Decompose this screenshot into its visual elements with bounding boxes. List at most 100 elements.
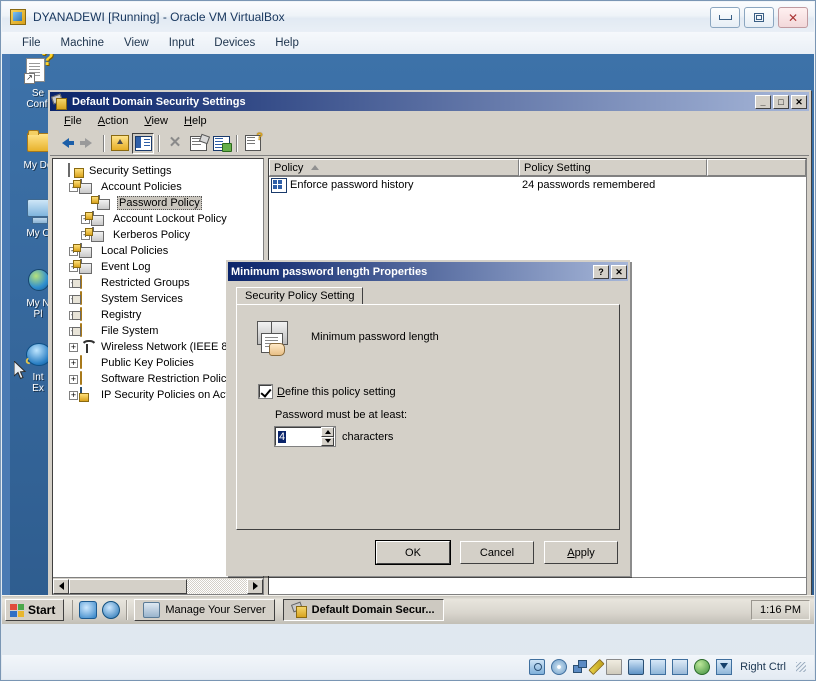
restore-button[interactable] <box>744 7 774 28</box>
cd-dvd-icon[interactable] <box>551 659 568 675</box>
tree-item-label: Security Settings <box>89 165 172 177</box>
menu-view[interactable]: View <box>114 35 159 51</box>
back-button[interactable] <box>54 133 76 154</box>
show-hide-tree-icon <box>134 135 152 151</box>
mmc-title-bar: Default Domain Security Settings _ □ ✕ <box>50 92 809 111</box>
delete-button[interactable]: ✕ <box>164 133 186 154</box>
windows-flag-icon <box>10 603 24 617</box>
cancel-button[interactable]: Cancel <box>460 541 534 564</box>
menu-file[interactable]: File <box>12 35 51 51</box>
minimize-button[interactable] <box>710 7 740 28</box>
mmc-menu-file[interactable]: File <box>56 113 90 129</box>
show-desktop-icon[interactable] <box>79 601 98 619</box>
system-tray-clock[interactable]: 1:16 PM <box>751 600 810 620</box>
expander-plus-icon[interactable]: + <box>69 358 78 368</box>
define-policy-checkbox-row[interactable]: Define this policy setting <box>258 384 396 399</box>
mmc-window-title: Default Domain Security Settings <box>72 95 246 108</box>
password-length-label: Password must be at least: <box>275 409 408 421</box>
taskbar-button-default-domain-security[interactable]: Default Domain Secur... <box>282 599 444 621</box>
column-header-extra[interactable] <box>707 159 806 176</box>
mouse-capture-icon[interactable] <box>716 659 733 675</box>
system-services-icon <box>80 291 96 306</box>
help-icon <box>245 132 263 151</box>
tree-horizontal-scrollbar[interactable] <box>53 577 263 594</box>
mmc-console-icon <box>290 601 307 618</box>
tree-item-security-settings[interactable]: Security Settings <box>57 163 263 179</box>
internet-explorer-icon[interactable] <box>102 601 121 619</box>
remote-display-icon[interactable] <box>650 659 667 675</box>
display-icon[interactable] <box>628 659 645 675</box>
expander-plus-icon[interactable]: + <box>69 342 78 352</box>
menu-help[interactable]: Help <box>265 35 309 51</box>
mmc-menu-help[interactable]: Help <box>176 113 215 129</box>
toolbar-separator-2 <box>158 134 160 152</box>
quick-launch-bar <box>72 600 121 620</box>
mmc-close-button[interactable]: ✕ <box>791 94 807 109</box>
scrollbar-track[interactable] <box>187 578 247 594</box>
menu-devices[interactable]: Devices <box>204 35 265 51</box>
sort-ascending-icon <box>311 165 320 170</box>
taskbar-button-manage-your-server[interactable]: Manage Your Server <box>134 599 275 621</box>
hard-disk-icon[interactable] <box>529 659 546 675</box>
tree-item-local-policies[interactable]: + Local Policies <box>57 243 263 259</box>
tree-item-label: Registry <box>101 309 142 321</box>
expander-plus-icon[interactable]: + <box>69 374 78 384</box>
properties-icon <box>189 135 207 151</box>
network-icon[interactable] <box>573 660 588 674</box>
properties-button[interactable] <box>187 133 209 154</box>
shared-folders-icon[interactable] <box>606 659 623 675</box>
restricted-groups-icon <box>80 275 96 290</box>
tree-item-account-policies[interactable]: - Account Policies <box>57 179 263 195</box>
toolbar-separator-3 <box>236 134 238 152</box>
stepper-down-button[interactable] <box>321 436 334 446</box>
menu-input[interactable]: Input <box>159 35 205 51</box>
tree-item-label: Account Lockout Policy <box>113 213 227 225</box>
forward-icon <box>79 138 92 148</box>
tree-item-kerberos-policy[interactable]: + Kerberos Policy <box>57 227 263 243</box>
host-key-label: Right Ctrl <box>740 661 786 673</box>
start-button[interactable]: Start <box>5 599 65 621</box>
show-hide-tree-button[interactable] <box>132 132 154 154</box>
scrollbar-thumb[interactable] <box>69 578 187 594</box>
virtualbox-status-bar: Right Ctrl <box>2 655 814 679</box>
registry-icon <box>80 307 96 322</box>
taskbar-button-label: Default Domain Secur... <box>311 604 435 616</box>
cell-policy: Enforce password history <box>290 179 414 191</box>
expander-plus-icon[interactable]: + <box>69 390 78 400</box>
dialog-close-button[interactable]: ✕ <box>611 264 627 279</box>
list-horizontal-scrollbar[interactable] <box>269 577 806 594</box>
table-row[interactable]: Enforce password history 24 passwords re… <box>269 177 806 193</box>
password-length-stepper[interactable]: 4 <box>274 426 336 447</box>
define-policy-checkbox[interactable] <box>258 384 273 399</box>
resize-grip[interactable] <box>796 662 806 672</box>
close-button[interactable]: ✕ <box>778 7 808 28</box>
menu-machine[interactable]: Machine <box>51 35 114 51</box>
scroll-left-button[interactable] <box>53 578 69 594</box>
mmc-minimize-button[interactable]: _ <box>755 94 771 109</box>
usb-devices-icon[interactable] <box>672 659 689 675</box>
tab-security-policy-setting[interactable]: Security Policy Setting <box>236 287 364 305</box>
ok-button[interactable]: OK <box>375 540 451 565</box>
kerberos-policy-icon <box>92 227 108 242</box>
tree-item-label: Software Restriction Policies <box>101 373 241 385</box>
mmc-menu-view[interactable]: View <box>136 113 176 129</box>
mmc-menu-action[interactable]: Action <box>90 113 137 129</box>
forward-button[interactable] <box>77 133 99 154</box>
column-header-policy-setting[interactable]: Policy Setting <box>519 159 707 176</box>
tree-item-password-policy[interactable]: Password Policy <box>57 195 263 211</box>
mmc-maximize-button[interactable]: □ <box>773 94 789 109</box>
apply-button[interactable]: Apply <box>544 541 618 564</box>
up-one-level-button[interactable] <box>109 133 131 154</box>
dialog-help-button[interactable]: ? <box>593 264 609 279</box>
tree-item-account-lockout-policy[interactable]: + Account Lockout Policy <box>57 211 263 227</box>
mmc-window-controls: _ □ ✕ <box>755 94 809 109</box>
export-list-button[interactable] <box>210 133 232 154</box>
scroll-right-button[interactable] <box>247 578 263 594</box>
vm-guest-additions-icon[interactable] <box>694 659 711 675</box>
password-length-value[interactable]: 4 <box>278 430 287 443</box>
start-label: Start <box>28 603 56 617</box>
usb-pen-icon[interactable] <box>588 658 605 676</box>
column-header-policy[interactable]: Policy <box>269 159 519 176</box>
help-button[interactable] <box>242 132 264 154</box>
stepper-up-button[interactable] <box>321 427 334 437</box>
